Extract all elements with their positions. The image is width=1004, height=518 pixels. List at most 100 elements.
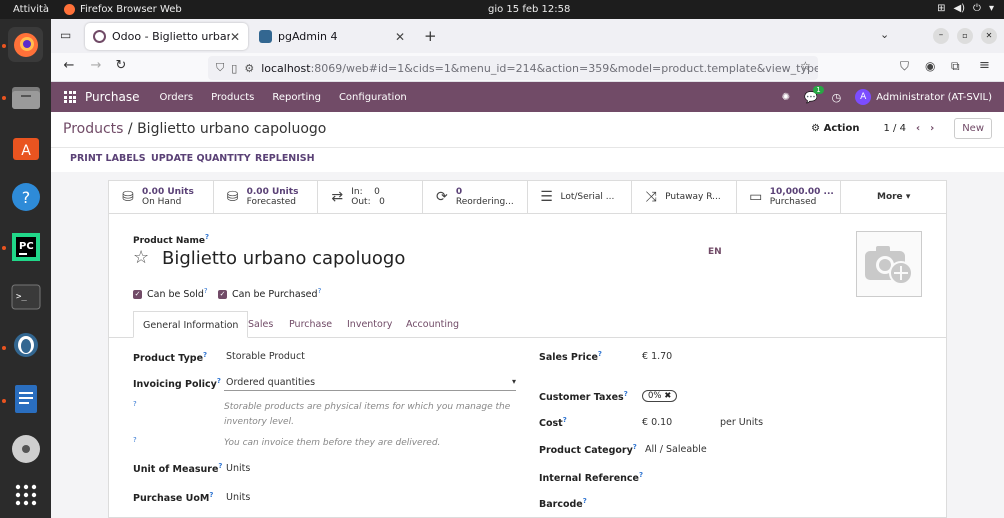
dock-files-icon[interactable] [8,79,43,114]
app-brand[interactable]: Purchase [85,90,140,104]
pocket-icon[interactable]: ⛉ [900,59,909,74]
pager-previous-icon[interactable]: ‹ [916,123,920,134]
activity-clock-icon[interactable]: ◷ [832,91,842,104]
barcode-input[interactable] [642,497,932,511]
help-tooltip-icon[interactable]: ? [218,462,222,470]
dock-software-icon[interactable]: A [8,129,43,164]
menu-orders[interactable]: Orders [160,92,194,103]
tab-overview-icon[interactable]: ▭ [60,28,71,42]
menu-configuration[interactable]: Configuration [339,92,407,103]
close-tab-icon[interactable]: ✕ [230,30,240,44]
user-menu[interactable]: A Administrator (AT-SVIL) [855,89,992,105]
remove-tag-icon[interactable]: ✖ [664,391,671,401]
sales-price-value[interactable]: € 1.70 [642,351,672,362]
system-clock[interactable]: gio 15 feb 12:58 [488,4,570,15]
help-tooltip-icon[interactable]: ? [204,287,208,295]
dock-firefox-icon[interactable] [8,27,43,62]
pager-next-icon[interactable]: › [930,123,934,134]
help-tooltip-icon[interactable]: ? [133,436,137,444]
permissions-icon[interactable]: ⚙ [244,62,254,75]
help-tooltip-icon[interactable]: ? [563,416,567,424]
breadcrumb-products-link[interactable]: Products [63,121,123,137]
close-window-icon[interactable]: ✕ [981,28,997,44]
product-image-placeholder[interactable] [856,231,922,297]
action-menu-button[interactable]: ⚙ Action [811,123,859,134]
purchase-uom-value[interactable]: Units [226,492,250,503]
purchased-label: Purchased [769,197,817,207]
new-button[interactable]: New [954,118,992,139]
print-labels-button[interactable]: PRINT LABELS [70,153,146,164]
favorite-star-icon[interactable]: ☆ [133,247,149,268]
close-tab-icon[interactable]: ✕ [395,30,405,44]
app-menu-icon[interactable]: ≡ [979,58,990,73]
help-tooltip-icon[interactable]: ? [598,350,602,358]
help-tooltip-icon[interactable]: ? [624,390,628,398]
site-info-icon[interactable]: ⛉ [216,61,224,75]
app-switcher-icon[interactable] [64,91,76,103]
tab-accounting[interactable]: Accounting [397,311,468,338]
browser-tab-pgadmin[interactable]: pgAdmin 4 ✕ [251,23,413,50]
smart-button-lot-serial[interactable]: ☰ Lot/Serial ... [528,181,633,213]
account-icon[interactable]: ◉ [925,59,935,73]
minimize-window-icon[interactable]: – [933,28,949,44]
language-button[interactable]: EN [708,247,722,257]
help-tooltip-icon[interactable]: ? [217,377,221,385]
customer-taxes-field[interactable]: 0% ✖ [642,390,678,402]
help-tooltip-icon[interactable]: ? [133,400,137,408]
help-tooltip-icon[interactable]: ? [318,287,322,295]
smart-button-forecasted[interactable]: ⛁ 0.00 Units Forecasted [214,181,319,213]
debug-bug-icon[interactable]: ✺ [782,92,790,103]
menu-products[interactable]: Products [211,92,254,103]
system-tray[interactable]: ⊞ ◀) ⏻ ▾ [937,3,994,14]
help-tooltip-icon[interactable]: ? [203,351,207,359]
more-button[interactable]: More ▾ [841,181,946,213]
list-tabs-icon[interactable]: ⌄ [880,28,889,41]
tab-sales[interactable]: Sales [239,311,282,338]
maximize-window-icon[interactable]: ▫ [957,28,973,44]
url-bar[interactable]: ⛉ ▯ ⚙ localhost:8069/web#id=1&cids=1&men… [208,56,818,80]
product-name-field[interactable]: Biglietto urbano capoluogo [162,248,405,269]
invoicing-policy-select[interactable]: Ordered quantities ▾ [224,377,516,391]
smart-button-reordering[interactable]: ⟳ 0 Reordering... [423,181,528,213]
help-tooltip-icon[interactable]: ? [209,491,213,499]
tab-general-information[interactable]: General Information [133,311,249,338]
dock-help-icon[interactable]: ? [8,179,43,214]
help-tooltip-icon[interactable]: ? [633,443,637,451]
smart-button-putaway[interactable]: ⤨ Putaway R... [632,181,737,213]
smart-button-on-hand[interactable]: ⛁ 0.00 Units On Hand [109,181,214,213]
activities-button[interactable]: Attività [13,4,49,15]
help-tooltip-icon[interactable]: ? [205,233,209,241]
smart-button-purchased[interactable]: ▭ 10,000.00 ... Purchased [737,181,842,213]
reload-icon[interactable]: ↻ [111,58,131,73]
tab-purchase[interactable]: Purchase [280,311,341,338]
dock-show-apps-icon[interactable] [8,477,43,512]
url-host: localhost [261,61,311,75]
product-type-value[interactable]: Storable Product [226,351,305,362]
replenish-button[interactable]: REPLENISH [255,153,315,164]
pager-value[interactable]: 1 / 4 [883,123,905,134]
dock-disc-icon[interactable] [8,431,43,466]
browser-tab-odoo[interactable]: Odoo - Biglietto urbano c ✕ [85,23,248,50]
new-tab-icon[interactable]: + [424,27,437,45]
internal-reference-input[interactable] [642,471,932,485]
cost-value[interactable]: € 0.10 [642,417,672,428]
smart-button-in-out[interactable]: ⇄ In: 0 Out: 0 [318,181,423,213]
uom-value[interactable]: Units [226,463,250,474]
dock-terminal-icon[interactable]: >_ [8,279,43,314]
update-quantity-button[interactable]: UPDATE QUANTITY [151,153,251,164]
dock-writer-icon[interactable] [8,381,43,416]
bookmark-star-icon[interactable]: ☆ [800,59,811,73]
product-category-value[interactable]: All / Saleable [645,444,707,455]
help-tooltip-icon[interactable]: ? [583,497,587,505]
forward-icon[interactable]: → [86,58,106,73]
extensions-icon[interactable]: ⧉ [951,59,960,74]
back-icon[interactable]: ← [59,58,79,73]
menu-reporting[interactable]: Reporting [272,92,321,103]
active-app-name[interactable]: Firefox Browser Web [80,4,182,15]
can-be-purchased-checkbox[interactable]: ✓ Can be Purchased? [218,287,321,300]
tab-inventory[interactable]: Inventory [338,311,401,338]
dock-pgadmin-icon[interactable] [8,329,43,364]
messaging-icon[interactable]: 💬 1 [804,85,824,104]
can-be-sold-checkbox[interactable]: ✓ Can be Sold? [133,287,208,300]
dock-pycharm-icon[interactable]: PC [8,229,43,264]
